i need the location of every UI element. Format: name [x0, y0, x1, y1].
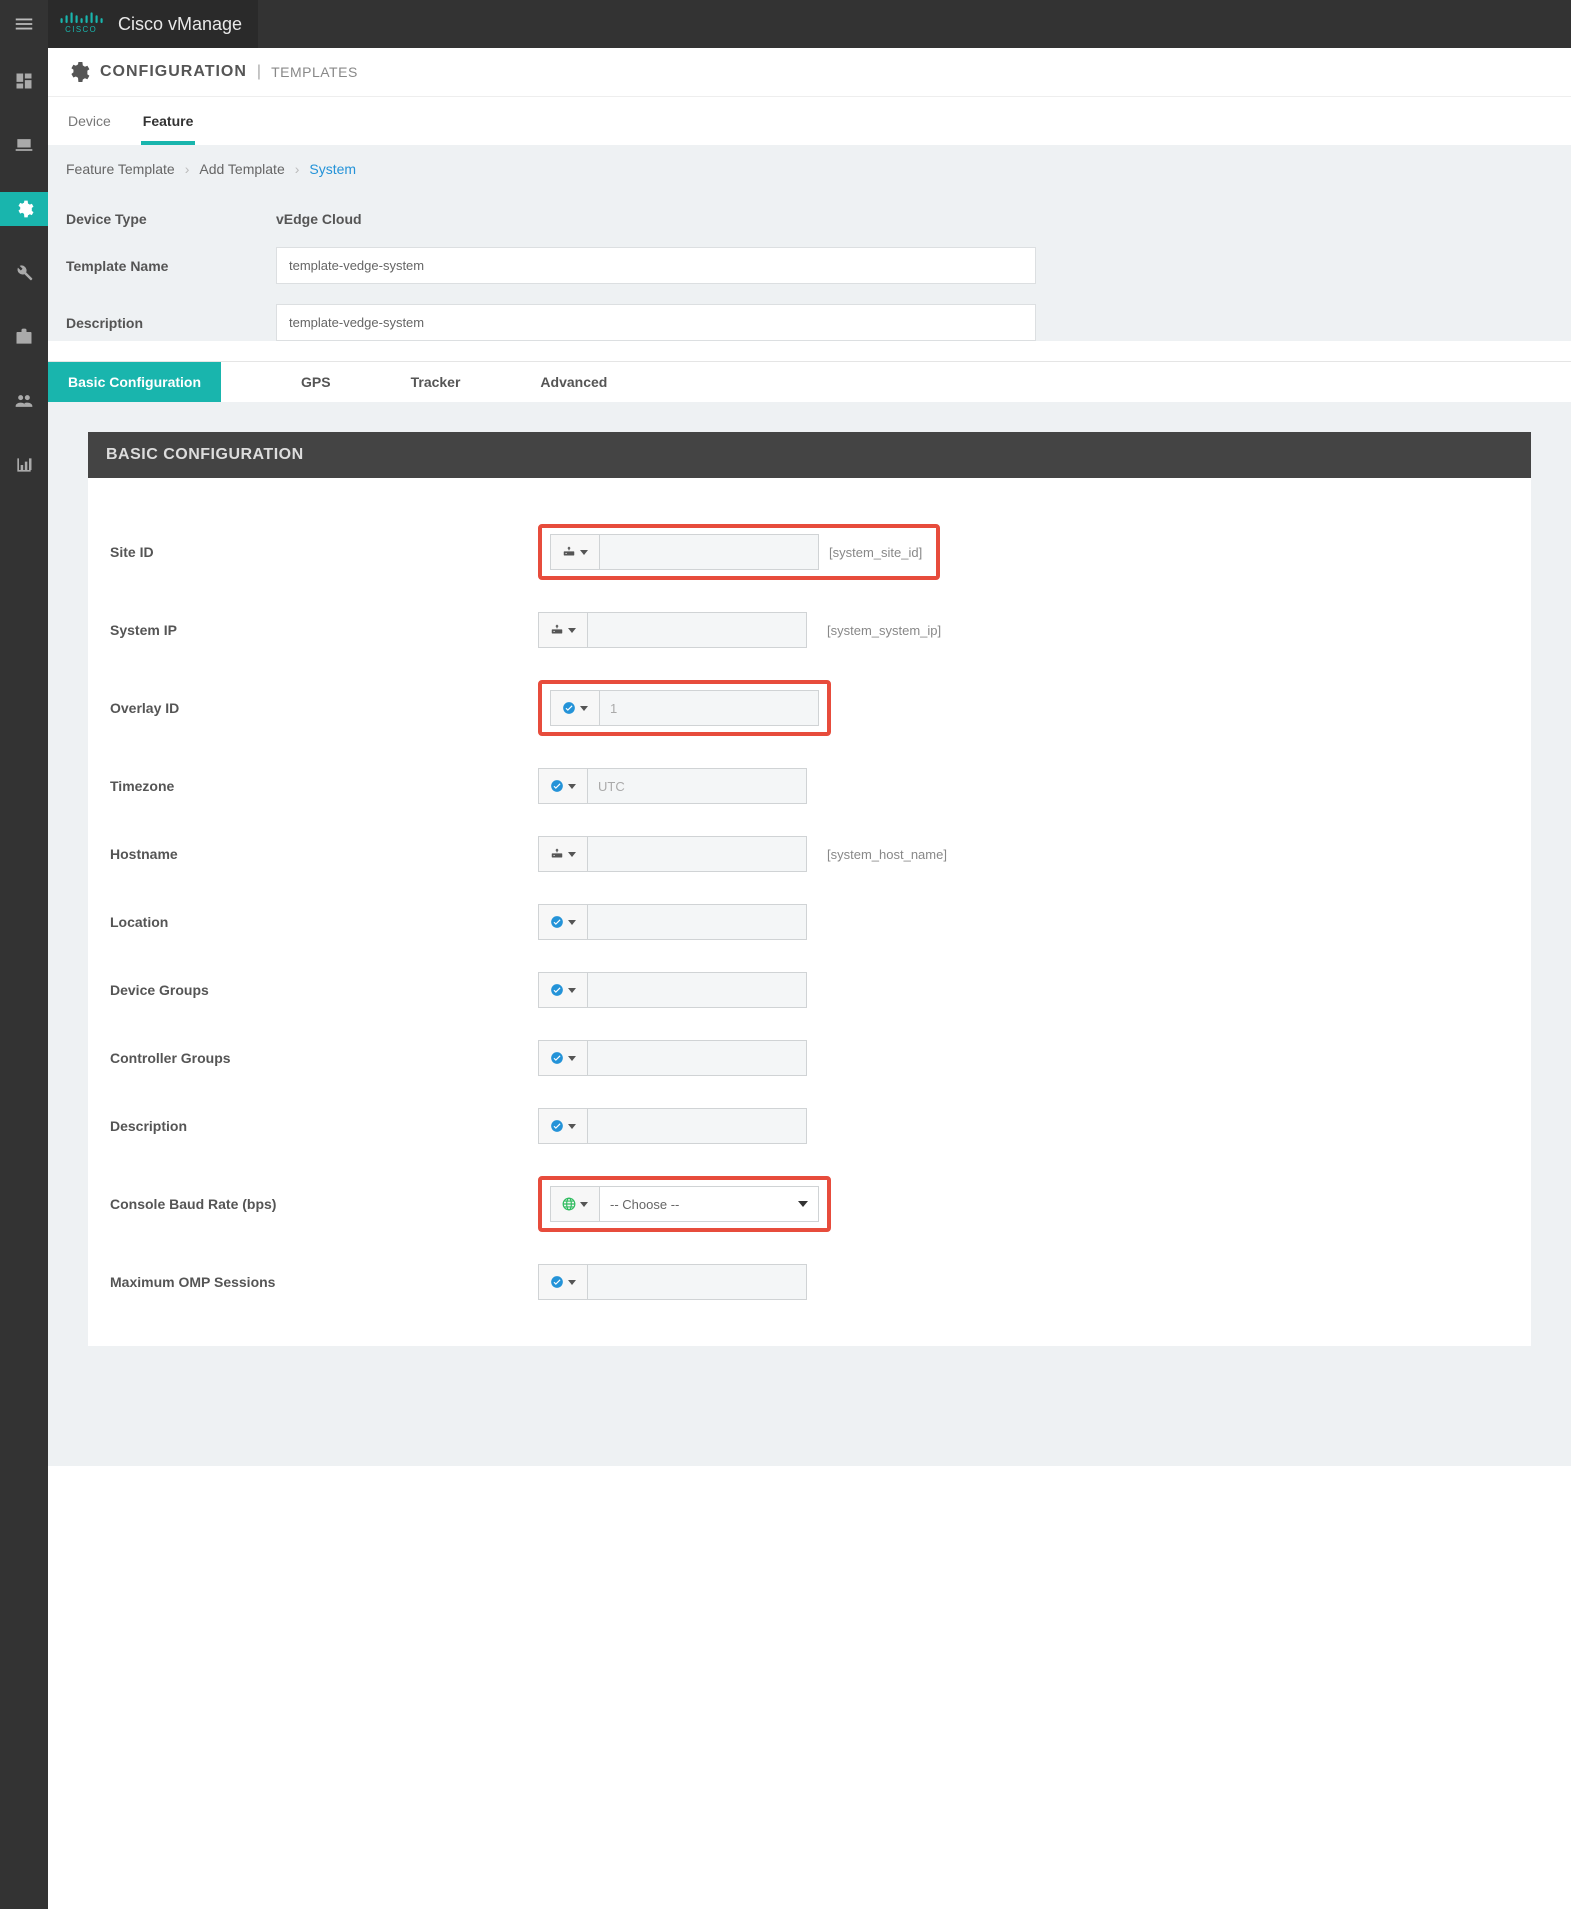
- controller-groups-type-selector[interactable]: [538, 1040, 588, 1076]
- timezone-type-selector[interactable]: [538, 768, 588, 804]
- brand: CISCO Cisco vManage: [48, 0, 258, 48]
- device-specific-icon: [550, 623, 564, 637]
- console-baud-highlight: -- Choose --: [538, 1176, 831, 1232]
- crumb-system: System: [309, 161, 356, 177]
- crumb-feature-template[interactable]: Feature Template: [66, 161, 175, 177]
- sidebar-item-maintenance[interactable]: [0, 320, 48, 354]
- sidebar-item-monitor[interactable]: [0, 128, 48, 162]
- sidebar-item-administration[interactable]: [0, 384, 48, 418]
- wrench-icon: [14, 263, 34, 283]
- timezone-label: Timezone: [108, 778, 538, 794]
- max-omp-type-selector[interactable]: [538, 1264, 588, 1300]
- device-groups-type-selector[interactable]: [538, 972, 588, 1008]
- controller-groups-label: Controller Groups: [108, 1050, 538, 1066]
- sidebar-item-tools[interactable]: [0, 256, 48, 290]
- laptop-icon: [14, 135, 34, 155]
- overlay-id-highlight: [538, 680, 831, 736]
- tabs: Device Feature: [48, 97, 1571, 145]
- sidebar-item-configuration[interactable]: [0, 192, 48, 226]
- check-circle-icon: [550, 1119, 564, 1133]
- template-name-label: Template Name: [66, 258, 276, 274]
- device-groups-input[interactable]: [587, 972, 807, 1008]
- device-groups-label: Device Groups: [108, 982, 538, 998]
- form-description-input[interactable]: [587, 1108, 807, 1144]
- console-baud-label: Console Baud Rate (bps): [108, 1196, 538, 1212]
- device-specific-icon: [562, 545, 576, 559]
- system-ip-label: System IP: [108, 622, 538, 638]
- section-tab-tracker[interactable]: Tracker: [391, 362, 481, 402]
- form-description-type-selector[interactable]: [538, 1108, 588, 1144]
- chevron-down-icon: [798, 1201, 808, 1207]
- check-circle-icon: [550, 1051, 564, 1065]
- sidebar: [0, 48, 48, 1909]
- dashboard-icon: [14, 71, 34, 91]
- sidebar-item-dashboard[interactable]: [0, 64, 48, 98]
- site-id-hint: [system_site_id]: [829, 545, 922, 560]
- console-baud-type-selector[interactable]: [550, 1186, 600, 1222]
- page-subsection: TEMPLATES: [271, 64, 358, 80]
- gear-icon: [66, 60, 90, 84]
- site-id-input[interactable]: [599, 534, 819, 570]
- device-type-value: vEdge Cloud: [276, 211, 362, 227]
- breadcrumb: Feature Template › Add Template › System: [66, 161, 1553, 177]
- hostname-hint: [system_host_name]: [827, 847, 947, 862]
- sidebar-item-analytics[interactable]: [0, 448, 48, 482]
- device-type-label: Device Type: [66, 211, 276, 227]
- site-id-highlight: [system_site_id]: [538, 524, 940, 580]
- template-name-input[interactable]: [276, 247, 1036, 284]
- hostname-label: Hostname: [108, 846, 538, 862]
- section-tab-basic[interactable]: Basic Configuration: [48, 362, 221, 402]
- hostname-type-selector[interactable]: [538, 836, 588, 872]
- site-id-type-selector[interactable]: [550, 534, 600, 570]
- location-label: Location: [108, 914, 538, 930]
- timezone-input[interactable]: [587, 768, 807, 804]
- controller-groups-input[interactable]: [587, 1040, 807, 1076]
- tab-device[interactable]: Device: [66, 103, 113, 145]
- panel-header: BASIC CONFIGURATION: [88, 432, 1531, 478]
- menu-icon: [13, 13, 35, 35]
- gear-icon: [14, 199, 34, 219]
- brand-text: Cisco vManage: [118, 14, 242, 35]
- users-icon: [14, 391, 34, 411]
- topbar: CISCO Cisco vManage: [0, 0, 1571, 48]
- overlay-id-input[interactable]: [599, 690, 819, 726]
- site-id-label: Site ID: [108, 544, 538, 560]
- page-section: CONFIGURATION: [100, 63, 247, 81]
- hostname-input[interactable]: [587, 836, 807, 872]
- device-specific-icon: [550, 847, 564, 861]
- form-description-label: Description: [108, 1118, 538, 1134]
- hamburger-menu[interactable]: [0, 0, 48, 48]
- tab-feature[interactable]: Feature: [141, 103, 196, 145]
- check-circle-icon: [550, 983, 564, 997]
- description-label: Description: [66, 315, 276, 331]
- page-header: CONFIGURATION | TEMPLATES: [48, 48, 1571, 97]
- section-tab-gps[interactable]: GPS: [281, 362, 351, 402]
- console-baud-select[interactable]: -- Choose --: [599, 1186, 819, 1222]
- max-omp-input[interactable]: [587, 1264, 807, 1300]
- section-tab-advanced[interactable]: Advanced: [520, 362, 627, 402]
- system-ip-input[interactable]: [587, 612, 807, 648]
- cisco-logo: CISCO: [58, 9, 108, 40]
- check-circle-icon: [550, 1275, 564, 1289]
- section-tabs: Basic Configuration GPS Tracker Advanced: [48, 361, 1571, 402]
- chart-icon: [14, 455, 34, 475]
- location-type-selector[interactable]: [538, 904, 588, 940]
- system-ip-hint: [system_system_ip]: [827, 623, 941, 638]
- location-input[interactable]: [587, 904, 807, 940]
- crumb-add-template[interactable]: Add Template: [199, 161, 284, 177]
- system-ip-type-selector[interactable]: [538, 612, 588, 648]
- check-circle-icon: [562, 701, 576, 715]
- max-omp-label: Maximum OMP Sessions: [108, 1274, 538, 1290]
- overlay-id-label: Overlay ID: [108, 700, 538, 716]
- svg-text:CISCO: CISCO: [65, 25, 97, 34]
- briefcase-icon: [14, 327, 34, 347]
- globe-icon: [562, 1197, 576, 1211]
- check-circle-icon: [550, 915, 564, 929]
- check-circle-icon: [550, 779, 564, 793]
- console-baud-select-value: -- Choose --: [610, 1197, 679, 1212]
- description-input[interactable]: [276, 304, 1036, 341]
- overlay-id-type-selector[interactable]: [550, 690, 600, 726]
